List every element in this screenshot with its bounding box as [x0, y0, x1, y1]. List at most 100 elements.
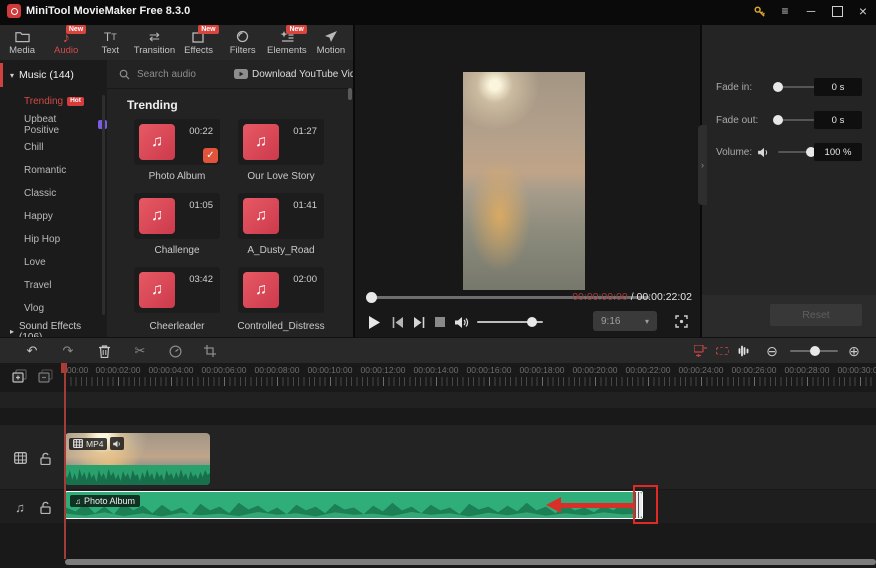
app-logo-icon: [7, 4, 21, 18]
tab-media[interactable]: Media: [0, 25, 44, 60]
search-input[interactable]: [135, 67, 234, 81]
music-note-icon: ♫: [139, 272, 175, 308]
tab-filters[interactable]: Filters: [221, 25, 265, 60]
export-to-timeline-icon[interactable]: [690, 341, 710, 361]
fade-in-slider[interactable]: [773, 82, 818, 92]
mute-icon[interactable]: [453, 313, 471, 331]
youtube-icon: [234, 69, 248, 79]
tab-text[interactable]: TT Text: [88, 25, 132, 60]
redo-button[interactable]: ↷: [58, 341, 78, 361]
license-key-icon[interactable]: [746, 0, 772, 22]
sidebar-item-romantic[interactable]: Romantic: [0, 159, 107, 182]
text-icon: TT: [103, 29, 117, 44]
playhead-line[interactable]: [64, 363, 66, 559]
playback-progress-thumb[interactable]: [366, 292, 377, 303]
music-card-title: Cheerleader: [149, 321, 205, 332]
close-button[interactable]: ×: [850, 0, 876, 22]
tab-effects[interactable]: New Effects: [177, 25, 221, 60]
zoom-in-button[interactable]: ⊕: [844, 341, 864, 361]
sidebar-item-chill[interactable]: Chill: [0, 136, 107, 159]
reset-button[interactable]: Reset: [770, 304, 862, 326]
sidebar-item-happy[interactable]: Happy: [0, 205, 107, 228]
tab-audio[interactable]: New ♪ Audio: [44, 25, 88, 60]
remove-track-button[interactable]: [38, 369, 53, 383]
music-card-photo-album[interactable]: ♫ 00:22 ✓: [134, 119, 220, 165]
filters-icon: [236, 29, 249, 44]
music-category-sidebar: ▾ Music (144) Trending Hot Upbeat Positi…: [0, 60, 107, 337]
property-footer: Reset: [702, 295, 876, 337]
music-property-panel: Fade in: 0 s Fade out: 0 s Volume: 100 %…: [702, 25, 876, 337]
transition-icon: ⇄: [148, 28, 160, 44]
panel-collapse-handle[interactable]: ›: [698, 125, 707, 205]
download-youtube-button[interactable]: Download YouTube Videos: [234, 69, 353, 80]
player-volume-slider[interactable]: [477, 317, 543, 327]
music-card-title: Controlled_Distress: [237, 321, 325, 332]
player-panel: 00:00:00:00 / 00:00:22:02 9:16 ▾: [355, 25, 700, 337]
video-clip[interactable]: MP4: [65, 433, 210, 485]
search-icon: [119, 69, 130, 80]
audio-track-icon: ♫: [15, 499, 25, 515]
speed-button[interactable]: [165, 341, 185, 361]
music-card-title: Our Love Story: [247, 171, 315, 182]
audio-track-lock-icon[interactable]: [38, 499, 52, 515]
sidebar-item-upbeat-positive[interactable]: Upbeat Positive: [0, 113, 107, 136]
timeline-zoom-thumb[interactable]: [810, 346, 820, 356]
fade-in-thumb[interactable]: [773, 82, 783, 92]
timeline-zoom-slider[interactable]: [790, 346, 838, 356]
tab-motion[interactable]: Motion: [309, 25, 353, 60]
fade-out-thumb[interactable]: [773, 115, 783, 125]
music-card-cheerleader[interactable]: ♫ 03:42: [134, 267, 220, 313]
music-card-our-love-story[interactable]: ♫ 01:27: [238, 119, 324, 165]
aspect-ratio-dropdown[interactable]: 9:16 ▾: [593, 311, 657, 331]
fade-in-value: 0 s: [814, 78, 862, 96]
overlay-track-lane[interactable]: [0, 392, 876, 408]
ruler-ticks: [65, 377, 876, 386]
minimize-button[interactable]: ─: [798, 0, 824, 22]
sidebar-group-sound-effects[interactable]: ▸ Sound Effects (106): [0, 320, 107, 338]
audio-waveform-toggle-icon[interactable]: [733, 341, 753, 361]
player-volume-thumb[interactable]: [527, 317, 537, 327]
clip-audio-icon: [110, 437, 125, 450]
volume-speaker-icon[interactable]: [758, 147, 770, 158]
play-button[interactable]: [365, 313, 383, 331]
split-scissors-button[interactable]: ✂: [130, 341, 150, 361]
sidebar-item-classic[interactable]: Classic: [0, 182, 107, 205]
tab-elements[interactable]: New Elements: [265, 25, 309, 60]
tab-transition[interactable]: ⇄ Transition: [132, 25, 176, 60]
previous-frame-button[interactable]: [389, 313, 407, 331]
music-card-controlled-distress[interactable]: ♫ 02:00: [238, 267, 324, 313]
fullscreen-button[interactable]: [673, 313, 689, 329]
zoom-out-button[interactable]: ⊖: [762, 341, 782, 361]
fade-out-slider[interactable]: [773, 115, 818, 125]
audio-library-panel: Download YouTube Videos Trending ♫ 00:22…: [107, 60, 353, 337]
undo-button[interactable]: ↶: [22, 341, 42, 361]
sidebar-item-travel[interactable]: Travel: [0, 274, 107, 297]
stop-button[interactable]: [432, 314, 448, 330]
sidebar-scrollbar[interactable]: [102, 95, 105, 315]
library-scrollbar[interactable]: [348, 88, 352, 100]
record-indicator-icon[interactable]: [712, 341, 732, 361]
sidebar-item-vlog[interactable]: Vlog: [0, 297, 107, 320]
video-track-lock-icon[interactable]: [38, 450, 52, 466]
delete-button[interactable]: [94, 341, 114, 361]
add-track-button[interactable]: [12, 369, 27, 383]
next-frame-button[interactable]: [410, 313, 428, 331]
music-volume-slider[interactable]: [778, 147, 818, 157]
menu-icon[interactable]: ≡: [772, 0, 798, 22]
maximize-button[interactable]: [824, 0, 850, 22]
crop-button[interactable]: [200, 341, 220, 361]
elements-new-badge: New: [286, 25, 307, 34]
music-card-a-dusty-road[interactable]: ♫ 01:41: [238, 193, 324, 239]
music-card-title: A_Dusty_Road: [247, 245, 315, 256]
sidebar-group-music[interactable]: ▾ Music (144): [0, 60, 107, 90]
music-card-challenge[interactable]: ♫ 01:05: [134, 193, 220, 239]
video-preview: [463, 72, 585, 290]
timeline-horizontal-scrollbar[interactable]: [65, 559, 876, 565]
timeline-panel: 00:00 00:00:02:00 00:00:04:00 00:00:06:0…: [0, 363, 876, 568]
music-note-icon: ♫: [139, 198, 175, 234]
sidebar-item-hip-hop[interactable]: Hip Hop: [0, 228, 107, 251]
sidebar-item-love[interactable]: Love: [0, 251, 107, 274]
time-current: 00:00:00:00: [572, 291, 628, 303]
sidebar-item-trending[interactable]: Trending Hot: [0, 90, 107, 113]
expand-chevron-icon: ▸: [10, 327, 15, 336]
